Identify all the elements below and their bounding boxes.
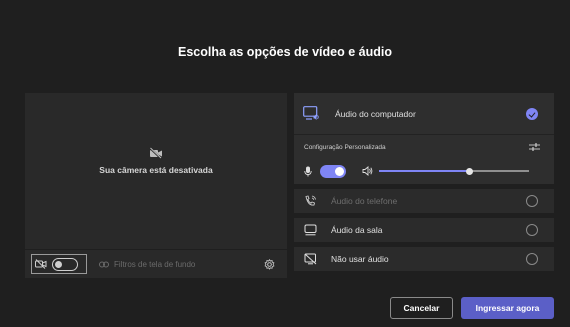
microphone-toggle[interactable] [320, 164, 346, 178]
join-now-button[interactable]: Ingressar agora [461, 297, 554, 319]
no-audio-option[interactable]: Não usar áudio [294, 247, 554, 271]
camera-toolbar: Filtros de tela de fundo [25, 249, 287, 278]
computer-audio-radio[interactable] [526, 108, 538, 120]
audio-controls [304, 164, 544, 178]
computer-audio-option[interactable]: Áudio do computador [294, 93, 554, 135]
no-audio-icon [304, 253, 317, 265]
camera-off-small-icon [35, 259, 47, 269]
no-audio-label: Não usar áudio [331, 254, 389, 264]
phone-audio-radio[interactable] [526, 195, 538, 207]
volume-thumb[interactable] [465, 167, 473, 175]
camera-switch[interactable] [52, 257, 78, 271]
dialog-footer: Cancelar Ingressar agora [390, 297, 554, 319]
sliders-icon[interactable] [529, 142, 540, 152]
computer-audio-icon [303, 106, 319, 120]
background-filters-button[interactable]: Filtros de tela de fundo [99, 260, 195, 269]
camera-off-icon [149, 147, 162, 159]
camera-toggle[interactable] [31, 254, 87, 274]
no-audio-radio[interactable] [526, 253, 538, 265]
camera-off-text: Sua câmera está desativada [99, 165, 213, 175]
volume-fill [379, 170, 469, 172]
volume-slider[interactable] [379, 167, 529, 175]
phone-audio-label: Áudio do telefone [331, 196, 398, 206]
speaker-icon [362, 166, 373, 176]
cancel-button[interactable]: Cancelar [390, 297, 453, 319]
room-audio-radio[interactable] [526, 224, 538, 236]
camera-preview: Sua câmera está desativada Filtros de te… [25, 93, 287, 278]
dialog-title: Escolha as opções de vídeo e áudio [178, 45, 392, 59]
camera-off-notice: Sua câmera está desativada [25, 147, 287, 175]
audio-options: Áudio do computador Configuração Persona… [294, 93, 554, 276]
room-audio-option[interactable]: Áudio da sala [294, 218, 554, 242]
phone-audio-option[interactable]: Áudio do telefone [294, 189, 554, 213]
background-filters-label: Filtros de tela de fundo [114, 259, 196, 269]
computer-audio-block: Áudio do computador Configuração Persona… [294, 93, 554, 184]
room-audio-label: Áudio da sala [331, 225, 383, 235]
gear-icon[interactable] [264, 259, 275, 270]
background-effects-icon [99, 261, 109, 267]
room-icon [304, 224, 317, 236]
computer-audio-label: Áudio do computador [335, 108, 416, 119]
phone-icon [305, 195, 316, 206]
config-label: Configuração Personalizada [304, 144, 386, 151]
microphone-icon [304, 166, 312, 176]
